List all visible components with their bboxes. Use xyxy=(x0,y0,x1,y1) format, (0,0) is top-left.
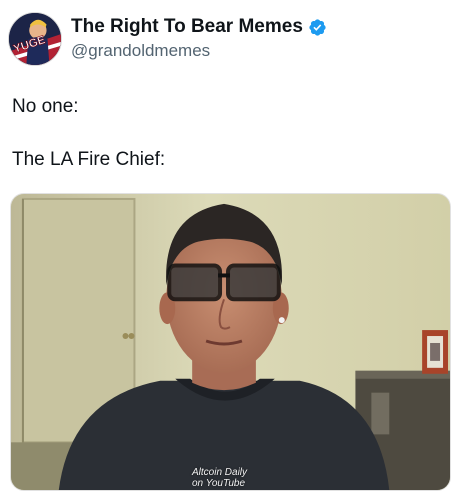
post-text-line-1: No one: xyxy=(12,96,79,117)
post-header: YUGE The Right To Bear Memes @grandoldme… xyxy=(8,10,453,68)
post-media-image[interactable]: Altcoin Daily on YouTube xyxy=(10,193,451,491)
watermark-line-1: Altcoin Daily xyxy=(192,467,248,478)
verified-badge-icon xyxy=(309,18,326,36)
video-still xyxy=(11,194,450,490)
author-handle[interactable]: @grandoldmemes xyxy=(71,41,327,61)
glasses-left xyxy=(167,263,223,302)
author-names: The Right To Bear Memes @grandoldmemes xyxy=(71,16,327,61)
display-name-row: The Right To Bear Memes xyxy=(71,16,327,38)
display-name[interactable]: The Right To Bear Memes xyxy=(71,16,303,38)
author-avatar[interactable]: YUGE xyxy=(8,12,62,66)
glasses-right xyxy=(226,263,281,302)
post-text-line-2: The LA Fire Chief: xyxy=(12,149,166,170)
media-watermark: Altcoin Daily on YouTube xyxy=(192,467,247,489)
watermark-line-2: on YouTube xyxy=(192,478,246,489)
yuge-avatar-icon: YUGE xyxy=(9,13,61,65)
